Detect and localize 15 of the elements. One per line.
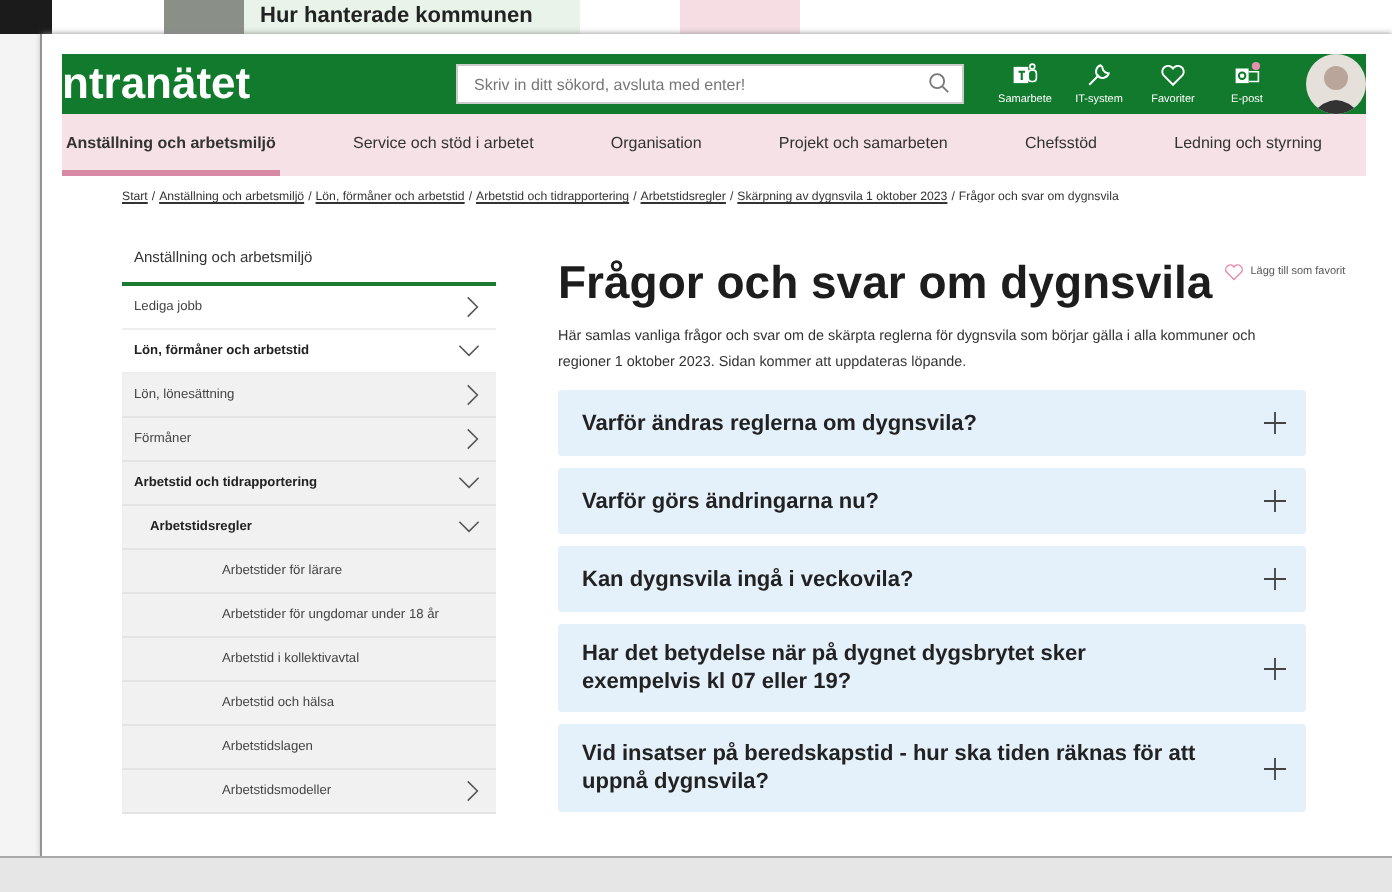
search-field[interactable]: Skriv in ditt sökord, avsluta med enter!	[456, 64, 964, 104]
page-title: Frågor och svar om dygnsvila	[558, 256, 1213, 310]
nav-tab[interactable]: Projekt och samarbeten	[774, 114, 952, 176]
nav-tab[interactable]: Service och stöd i arbetet	[349, 114, 538, 176]
site-logo[interactable]: ntranätet	[62, 58, 456, 110]
nav-tab[interactable]: Ledning och styrning	[1170, 114, 1326, 176]
nav-tab[interactable]: Chefsstöd	[1020, 114, 1102, 176]
accordion-item[interactable]: Har det betydelse när på dygnet dygsbrytet sker exempelvis kl 07 eller 19?	[558, 624, 1306, 712]
nav-tab[interactable]: Anställning och arbetsmiljö	[62, 114, 280, 176]
nav-tab[interactable]: Organisation	[606, 114, 706, 176]
accordion-item[interactable]: Varför ändras reglerna om dygnsvila?	[558, 390, 1306, 456]
accordion-item[interactable]: Kan dygnsvila ingå i veckovila?	[558, 546, 1306, 612]
article-headline: Hur hanterade kommunen	[244, 0, 580, 34]
accordion-item[interactable]: Vid insatser på beredskapstid - hur ska tiden räknas för att uppnå dygnsvila?	[558, 724, 1306, 812]
accordion-item[interactable]: Varför görs ändringarna nu?	[558, 468, 1306, 534]
